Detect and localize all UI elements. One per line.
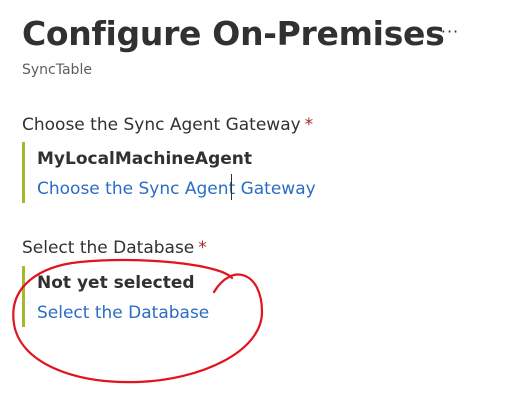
page-title: Configure On-Premises [22, 14, 445, 53]
database-selected-value: Not yet selected [37, 273, 195, 293]
database-field-block: Not yet selected Select the Database [22, 266, 437, 327]
choose-gateway-link[interactable]: Choose the Sync Agent Gateway [37, 170, 316, 203]
select-database-link-text[interactable]: Select the Database [37, 303, 209, 323]
text-cursor [231, 174, 232, 200]
required-indicator: * [304, 115, 314, 135]
more-options-button[interactable]: ··· [436, 20, 464, 44]
gateway-field-block: MyLocalMachineAgent Choose the Sync Agen… [22, 142, 437, 203]
page-subtitle: SyncTable [22, 62, 92, 78]
gateway-selected-value: MyLocalMachineAgent [37, 149, 252, 169]
gateway-label-text: Choose the Sync Agent Gateway [22, 115, 301, 135]
database-field-label: Select the Database * [22, 237, 207, 259]
database-label-text: Select the Database [22, 238, 195, 258]
select-database-link[interactable]: Select the Database [37, 294, 209, 327]
gateway-field-label: Choose the Sync Agent Gateway * [22, 114, 313, 136]
choose-gateway-link-text[interactable]: Choose the Sync Agent Gateway [37, 179, 316, 199]
required-indicator: * [198, 238, 207, 258]
